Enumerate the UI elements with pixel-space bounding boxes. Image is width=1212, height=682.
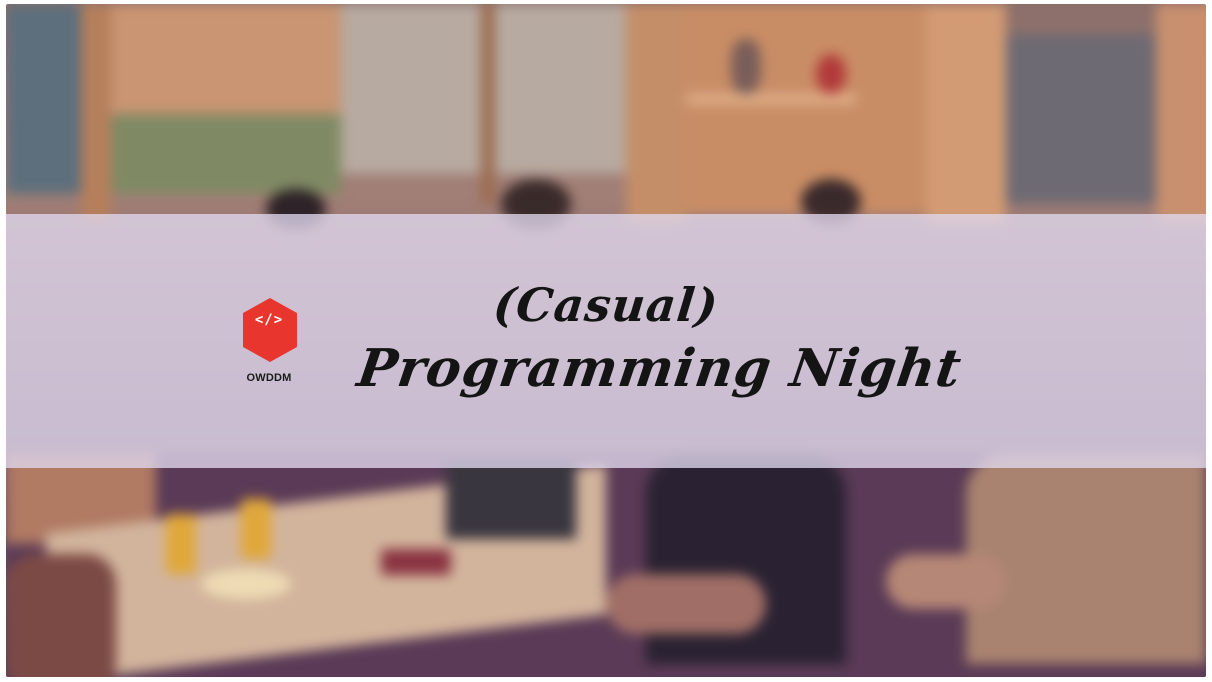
person-bottom-left xyxy=(6,554,116,677)
title-banner: </> OWDDM (Casual) Programming Night xyxy=(6,214,1206,468)
person-center-arm xyxy=(606,574,766,634)
title-line-programming-night: Programming Night xyxy=(353,338,966,399)
bookshelf xyxy=(686,4,926,214)
window-view-trees xyxy=(111,114,341,194)
phone xyxy=(381,549,451,575)
cup-2 xyxy=(241,499,271,559)
right-wall xyxy=(926,4,1006,224)
logo-name: OWDDM xyxy=(246,372,292,384)
person-right-hand xyxy=(886,554,1006,609)
window-blind xyxy=(111,4,341,114)
laptop xyxy=(446,459,576,539)
shelf-item-owl xyxy=(731,39,761,94)
shelf-item-red xyxy=(816,54,846,94)
person-right xyxy=(966,454,1206,664)
window-frame-mid xyxy=(481,4,495,204)
right-wall-edge xyxy=(1156,4,1206,224)
right-window xyxy=(1006,34,1156,204)
window-frame-left xyxy=(81,4,111,224)
window-frame-right xyxy=(626,4,686,224)
shelf-divider xyxy=(686,94,856,104)
code-icon: </> xyxy=(254,312,284,328)
title-line-casual: (Casual) xyxy=(490,278,722,332)
hexagon-logo-icon xyxy=(243,298,297,362)
cup-1 xyxy=(166,514,196,574)
owddm-logo: </> OWDDM xyxy=(238,296,304,386)
event-cover-image: </> OWDDM (Casual) Programming Night xyxy=(6,4,1206,677)
plate xyxy=(201,569,291,599)
